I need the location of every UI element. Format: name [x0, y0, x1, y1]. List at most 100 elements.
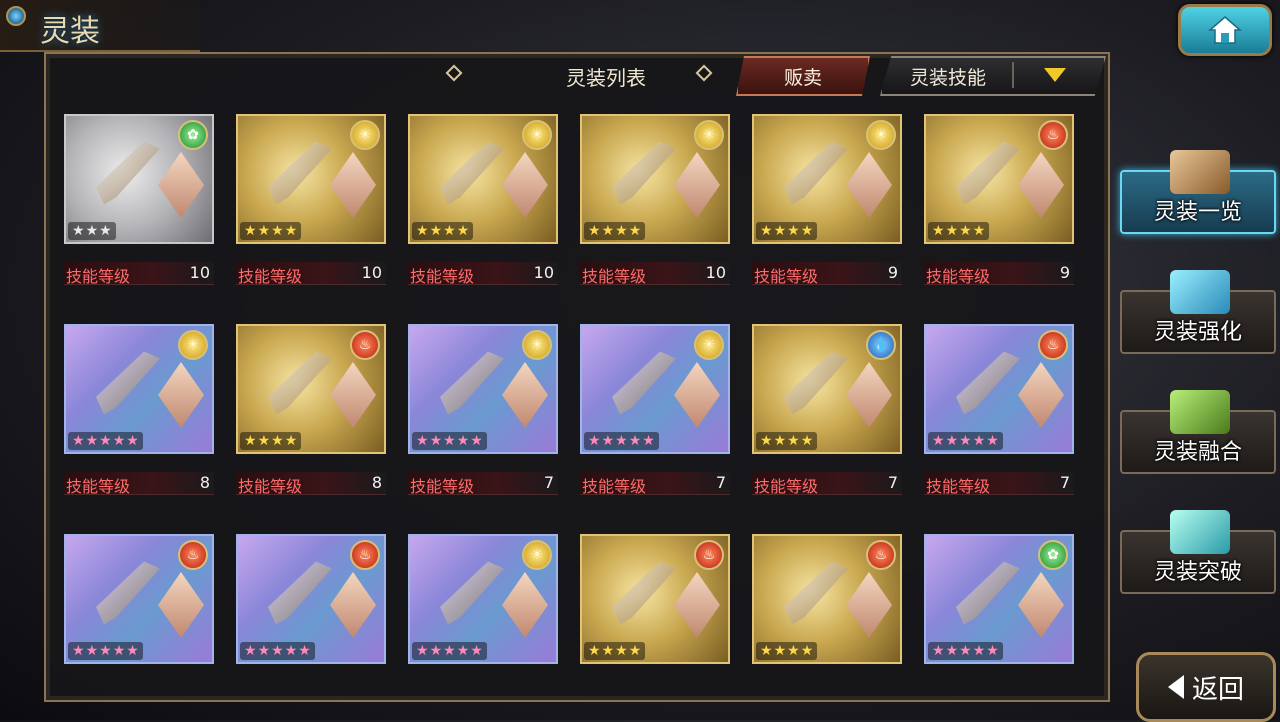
star-icon: ★	[443, 223, 456, 239]
weapon-icon	[784, 561, 848, 625]
character-portrait	[674, 152, 720, 218]
back-arrow-icon	[1167, 675, 1184, 699]
weapon-icon	[268, 141, 332, 205]
sell-button[interactable]: 贩卖	[736, 56, 870, 96]
star-icon: ★	[959, 433, 972, 449]
skill-level-bar: 技能等级 7	[408, 472, 558, 496]
water-element-icon: 💧	[866, 330, 896, 360]
star-icon: ★	[257, 643, 271, 659]
star-icon: ★	[959, 223, 972, 239]
equipment-card[interactable]: ✿ ★ ★ ★ 技能等级 10	[64, 114, 214, 286]
side-menu-label: 灵装一览	[1153, 200, 1242, 225]
back-button[interactable]: 返回	[1136, 652, 1276, 722]
star-icon: ★	[298, 643, 311, 659]
star-icon: ★	[456, 433, 470, 449]
star-icon: ★	[773, 223, 787, 239]
weapon-icon	[440, 351, 504, 415]
skill-level-bar: 技能等级 10	[64, 262, 214, 286]
weapon-icon	[956, 351, 1020, 415]
equipment-card[interactable]: ♨ ★ ★ ★ ★ 技能等级 9	[924, 114, 1074, 286]
side-menu-item[interactable]: 灵装突破	[1120, 510, 1276, 594]
equipment-card[interactable]: ☀ ★ ★ ★ ★ 技能等级 10	[236, 114, 386, 286]
skill-level-label: 技能等级	[238, 477, 303, 496]
equipment-card[interactable]: ♨ ★ ★ ★ ★ ★ 技能等级 7	[924, 324, 1074, 496]
star-icon: ★	[244, 223, 257, 239]
sun-element-icon: ☀	[522, 540, 552, 570]
side-menu-item[interactable]: 灵装融合	[1120, 390, 1276, 474]
side-menu-label: 灵装融合	[1153, 440, 1242, 465]
sun-element-icon: ☀	[350, 120, 380, 150]
character-portrait	[502, 362, 548, 428]
skill-level-label: 技能等级	[66, 267, 131, 286]
equipment-card[interactable]: ☀ ★ ★ ★ ★ ★ 技能等级 7	[580, 324, 730, 496]
rarity-stars: ★ ★ ★ ★ ★	[68, 432, 143, 450]
weapon-icon	[268, 561, 332, 625]
equipment-card[interactable]: ☀ ★ ★ ★ ★ ★ 技能等级 8	[64, 324, 214, 496]
character-portrait	[330, 152, 376, 218]
equipment-art: ♨ ★ ★ ★ ★ ★	[924, 324, 1074, 454]
equipment-card[interactable]: ☀ ★ ★ ★ ★ ★	[408, 534, 558, 700]
star-icon: ★	[126, 643, 139, 659]
star-icon: ★	[429, 643, 443, 659]
equipment-card[interactable]: 💧 ★ ★ ★ ★ 技能等级 7	[752, 324, 902, 496]
equipment-art: ☀ ★ ★ ★ ★	[236, 114, 386, 244]
star-icon: ★	[628, 223, 642, 239]
equipment-card[interactable]: ☀ ★ ★ ★ ★ 技能等级 10	[580, 114, 730, 286]
equipment-card[interactable]: ♨ ★ ★ ★ ★	[752, 534, 902, 700]
character-portrait	[158, 362, 204, 428]
skill-filter-dropdown[interactable]: 灵装技能	[880, 56, 1106, 96]
rarity-stars: ★ ★ ★ ★ ★	[584, 432, 659, 450]
equipment-art: ☀ ★ ★ ★ ★ ★	[408, 534, 558, 664]
rarity-stars: ★ ★ ★ ★	[756, 222, 818, 240]
skill-level-label: 技能等级	[66, 477, 131, 496]
equipment-card[interactable]: ♨ ★ ★ ★ ★ 技能等级 8	[236, 324, 386, 496]
star-icon: ★	[642, 433, 655, 449]
character-portrait	[1018, 362, 1064, 428]
dropdown-arrow-icon[interactable]	[1044, 68, 1066, 82]
fire-element-icon: ♨	[350, 330, 380, 360]
weapon-icon	[96, 561, 160, 625]
star-icon: ★	[85, 643, 99, 659]
equipment-card[interactable]: ✿ ★ ★ ★ ★ ★	[924, 534, 1074, 700]
skill-level-bar: 技能等级 10	[580, 262, 730, 286]
equipment-card[interactable]: ♨ ★ ★ ★ ★	[580, 534, 730, 700]
skill-level-value: 10	[533, 263, 554, 282]
skill-level-value: 7	[887, 473, 898, 492]
star-icon: ★	[456, 223, 470, 239]
weapon-icon	[784, 141, 848, 205]
star-icon: ★	[787, 643, 800, 659]
star-icon: ★	[72, 433, 85, 449]
skill-level-bar: 技能等级 7	[580, 472, 730, 496]
home-button[interactable]	[1178, 4, 1272, 56]
weapon-icon	[784, 351, 848, 415]
equipment-card[interactable]: ☀ ★ ★ ★ ★ 技能等级 10	[408, 114, 558, 286]
gem-icon	[1170, 510, 1230, 554]
character-portrait	[674, 362, 720, 428]
home-icon	[1208, 16, 1242, 44]
title-orb-icon	[6, 6, 26, 26]
skill-level-label: 技能等级	[754, 267, 819, 286]
skill-level-bar: 技能等级 9	[924, 262, 1074, 286]
equipment-card[interactable]: ♨ ★ ★ ★ ★ ★	[236, 534, 386, 700]
equipment-art: ☀ ★ ★ ★ ★ ★	[408, 324, 558, 454]
side-menu-item[interactable]: 灵装强化	[1120, 270, 1276, 354]
rarity-stars: ★ ★ ★ ★ ★	[928, 642, 1003, 660]
equipment-art: 💧 ★ ★ ★ ★	[752, 324, 902, 454]
character-portrait	[674, 572, 720, 638]
equipment-art: ☀ ★ ★ ★ ★ ★	[580, 324, 730, 454]
equipment-card[interactable]: ♨ ★ ★ ★ ★ ★	[64, 534, 214, 700]
star-icon: ★	[470, 433, 483, 449]
skill-level-bar: 技能等级 8	[236, 472, 386, 496]
star-icon: ★	[85, 433, 99, 449]
side-menu-item[interactable]: 灵装一览	[1120, 150, 1276, 234]
equipment-art: ♨ ★ ★ ★ ★ ★	[64, 534, 214, 664]
weapon-icon	[956, 561, 1020, 625]
star-icon: ★	[760, 223, 773, 239]
skill-filter-label: 灵装技能	[910, 67, 987, 89]
star-icon: ★	[271, 433, 284, 449]
equipment-card[interactable]: ☀ ★ ★ ★ ★ 技能等级 9	[752, 114, 902, 286]
sun-element-icon: ☀	[178, 330, 208, 360]
star-icon: ★	[628, 643, 642, 659]
equipment-art: ✿ ★ ★ ★	[64, 114, 214, 244]
equipment-card[interactable]: ☀ ★ ★ ★ ★ ★ 技能等级 7	[408, 324, 558, 496]
